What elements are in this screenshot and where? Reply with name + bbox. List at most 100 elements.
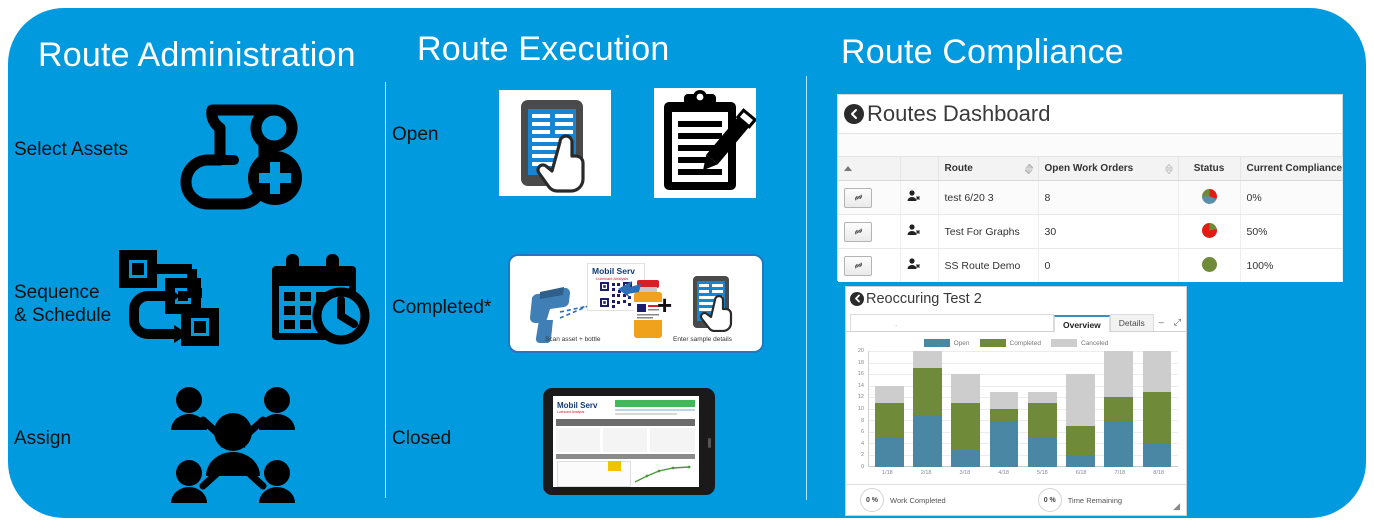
bar-column-4/18[interactable] (989, 351, 1019, 467)
bar-column-6/18[interactable] (1066, 351, 1095, 467)
legend-label-canceled: Canceled (1080, 339, 1109, 347)
chart-footer: 0 % Work Completed 0 % Time Remaining ◢ (846, 484, 1186, 515)
column-header-open-work-orders[interactable]: Open Work Orders (1038, 157, 1179, 181)
tablet-entry-icon (693, 276, 733, 332)
routes-dashboard-toolbar[interactable] (838, 134, 1342, 157)
user-remove-icon (907, 224, 920, 235)
cell-user (900, 180, 939, 215)
bar-segment-completed (951, 403, 980, 450)
bar-segment-completed (1104, 397, 1133, 421)
column-header-status[interactable]: Status (1178, 157, 1241, 181)
chart-card-title: Reoccuring Test 2 (866, 290, 982, 307)
pie-status-icon (1201, 256, 1217, 272)
reoccuring-test-chart-card: Reoccuring Test 2 . Overview Details – ⤢… (846, 287, 1186, 515)
time-remaining-pct: 0 % (1037, 488, 1062, 512)
work-completed-label: Work Completed (890, 495, 946, 505)
footer-work-completed: 0 % Work Completed (860, 488, 946, 512)
clipboard-pencil-icon (664, 90, 758, 190)
cell-open-work-orders: 0 (1038, 248, 1179, 282)
back-arrow-icon[interactable] (844, 104, 864, 124)
back-arrow-icon[interactable] (850, 291, 864, 306)
table-row[interactable]: test 6/20 3 8 0% (838, 180, 1343, 215)
tab-overview[interactable]: Overview (1053, 315, 1110, 332)
bar-column-8/18[interactable] (1142, 351, 1172, 467)
y-tick-2: 2 (860, 452, 864, 459)
routes-table-header-row: Route Open Work Orders Status Current Co… (838, 157, 1343, 181)
column-header-actions[interactable] (838, 157, 901, 181)
cell-status (1178, 180, 1241, 215)
legend-label-completed: Completed (1009, 339, 1041, 347)
caption-enter: Enter sample details (673, 336, 732, 343)
pie-status-icon (1201, 188, 1217, 204)
bar-column-5/18[interactable] (1027, 351, 1057, 467)
plus-sign: + (657, 290, 673, 320)
bar-segment-canceled (1142, 351, 1172, 392)
y-tick-18: 18 (857, 359, 864, 366)
pie-status-icon (1201, 222, 1217, 238)
label-assign: Assign (14, 428, 72, 449)
tab-details[interactable]: Details (1109, 314, 1154, 331)
bar-segment-open (1104, 420, 1133, 467)
bar-column-1/18[interactable] (874, 351, 904, 467)
legend-swatch-open (923, 339, 950, 347)
clipboard-pencil-card (654, 88, 758, 198)
label-closed: Closed (392, 428, 452, 449)
cell-status (1178, 214, 1241, 249)
x-tick-5/18: 5/18 (1037, 470, 1048, 476)
label-completed: Completed* (392, 297, 492, 318)
cell-actions (838, 180, 901, 215)
chain-link-icon[interactable] (844, 221, 872, 242)
bar-column-3/18[interactable] (951, 351, 980, 467)
divider-execution-compliance (806, 76, 807, 500)
cell-open-work-orders: 8 (1038, 180, 1179, 215)
column-header-current-compliance[interactable]: Current Compliance (1240, 157, 1343, 181)
bar-segment-canceled (1066, 374, 1095, 427)
y-tick-20: 20 (857, 348, 864, 354)
chain-link-icon[interactable] (844, 255, 872, 276)
table-row[interactable]: Test For Graphs 30 50% (838, 214, 1343, 249)
time-remaining-label: Time Remaining (1067, 495, 1123, 505)
x-tick-7/18: 7/18 (1114, 470, 1126, 476)
cell-route[interactable]: Test For Graphs (938, 214, 1039, 249)
chain-link-icon[interactable] (844, 187, 872, 208)
bar-segment-open (874, 438, 904, 467)
cell-route[interactable]: test 6/20 3 (938, 180, 1039, 215)
y-tick-14: 14 (857, 382, 864, 389)
footer-time-remaining: 0 % Time Remaining (1037, 488, 1123, 512)
chart-plot-area: 0 2 4 6 8 10 12 14 16 18 20 (850, 348, 1178, 470)
tablet-side-button (708, 438, 711, 448)
tablet-tap-icon (521, 100, 585, 193)
cell-actions (838, 248, 901, 282)
divider-administration-execution (385, 82, 386, 498)
legend-item-completed: Completed (979, 339, 1041, 347)
bar-segment-canceled (874, 385, 904, 404)
routes-dashboard-header: Routes Dashboard (838, 95, 1342, 134)
chart-card-header: Reoccuring Test 2 (846, 287, 1186, 310)
legend-swatch-completed (979, 339, 1006, 347)
bar-segment-completed (913, 368, 942, 415)
cell-current-compliance: 100% (1240, 248, 1343, 282)
expand-icon[interactable]: ⤢ (1169, 314, 1186, 331)
sort-toggle-icon[interactable] (1164, 163, 1173, 174)
cell-current-compliance: 0% (1240, 180, 1343, 215)
cell-route[interactable]: SS Route Demo (938, 248, 1039, 282)
bar-segment-canceled (1104, 351, 1133, 398)
tablet-report-card: Mobil Serv Lubricant Analysis (543, 388, 715, 495)
column-header-route[interactable]: Route (938, 157, 1039, 181)
bar-segment-canceled (913, 351, 942, 369)
label-sequence-schedule: Sequence & Schedule (14, 282, 112, 326)
bar-column-7/18[interactable] (1104, 351, 1133, 467)
table-row[interactable]: SS Route Demo 0 100% (838, 248, 1343, 282)
column-header-user[interactable] (900, 157, 939, 181)
legend-item-open: Open (923, 339, 970, 347)
resize-handle-icon[interactable]: ◢ (1173, 501, 1180, 512)
tablet-tap-card (499, 90, 611, 196)
chart-x-axis-labels: 1/18 2/18 3/18 4/18 5/18 6/18 7/18 8/18 (868, 470, 1178, 476)
sort-toggle-icon[interactable] (1024, 163, 1033, 174)
bar-column-2/18[interactable] (913, 351, 942, 467)
scroll-plus-icon (178, 100, 310, 215)
chart-bars (868, 351, 1178, 467)
report-status-banner (615, 400, 695, 407)
report-brand: Mobil Serv Lubricant Analysis (557, 401, 598, 414)
minimize-icon[interactable]: – (1154, 314, 1169, 331)
